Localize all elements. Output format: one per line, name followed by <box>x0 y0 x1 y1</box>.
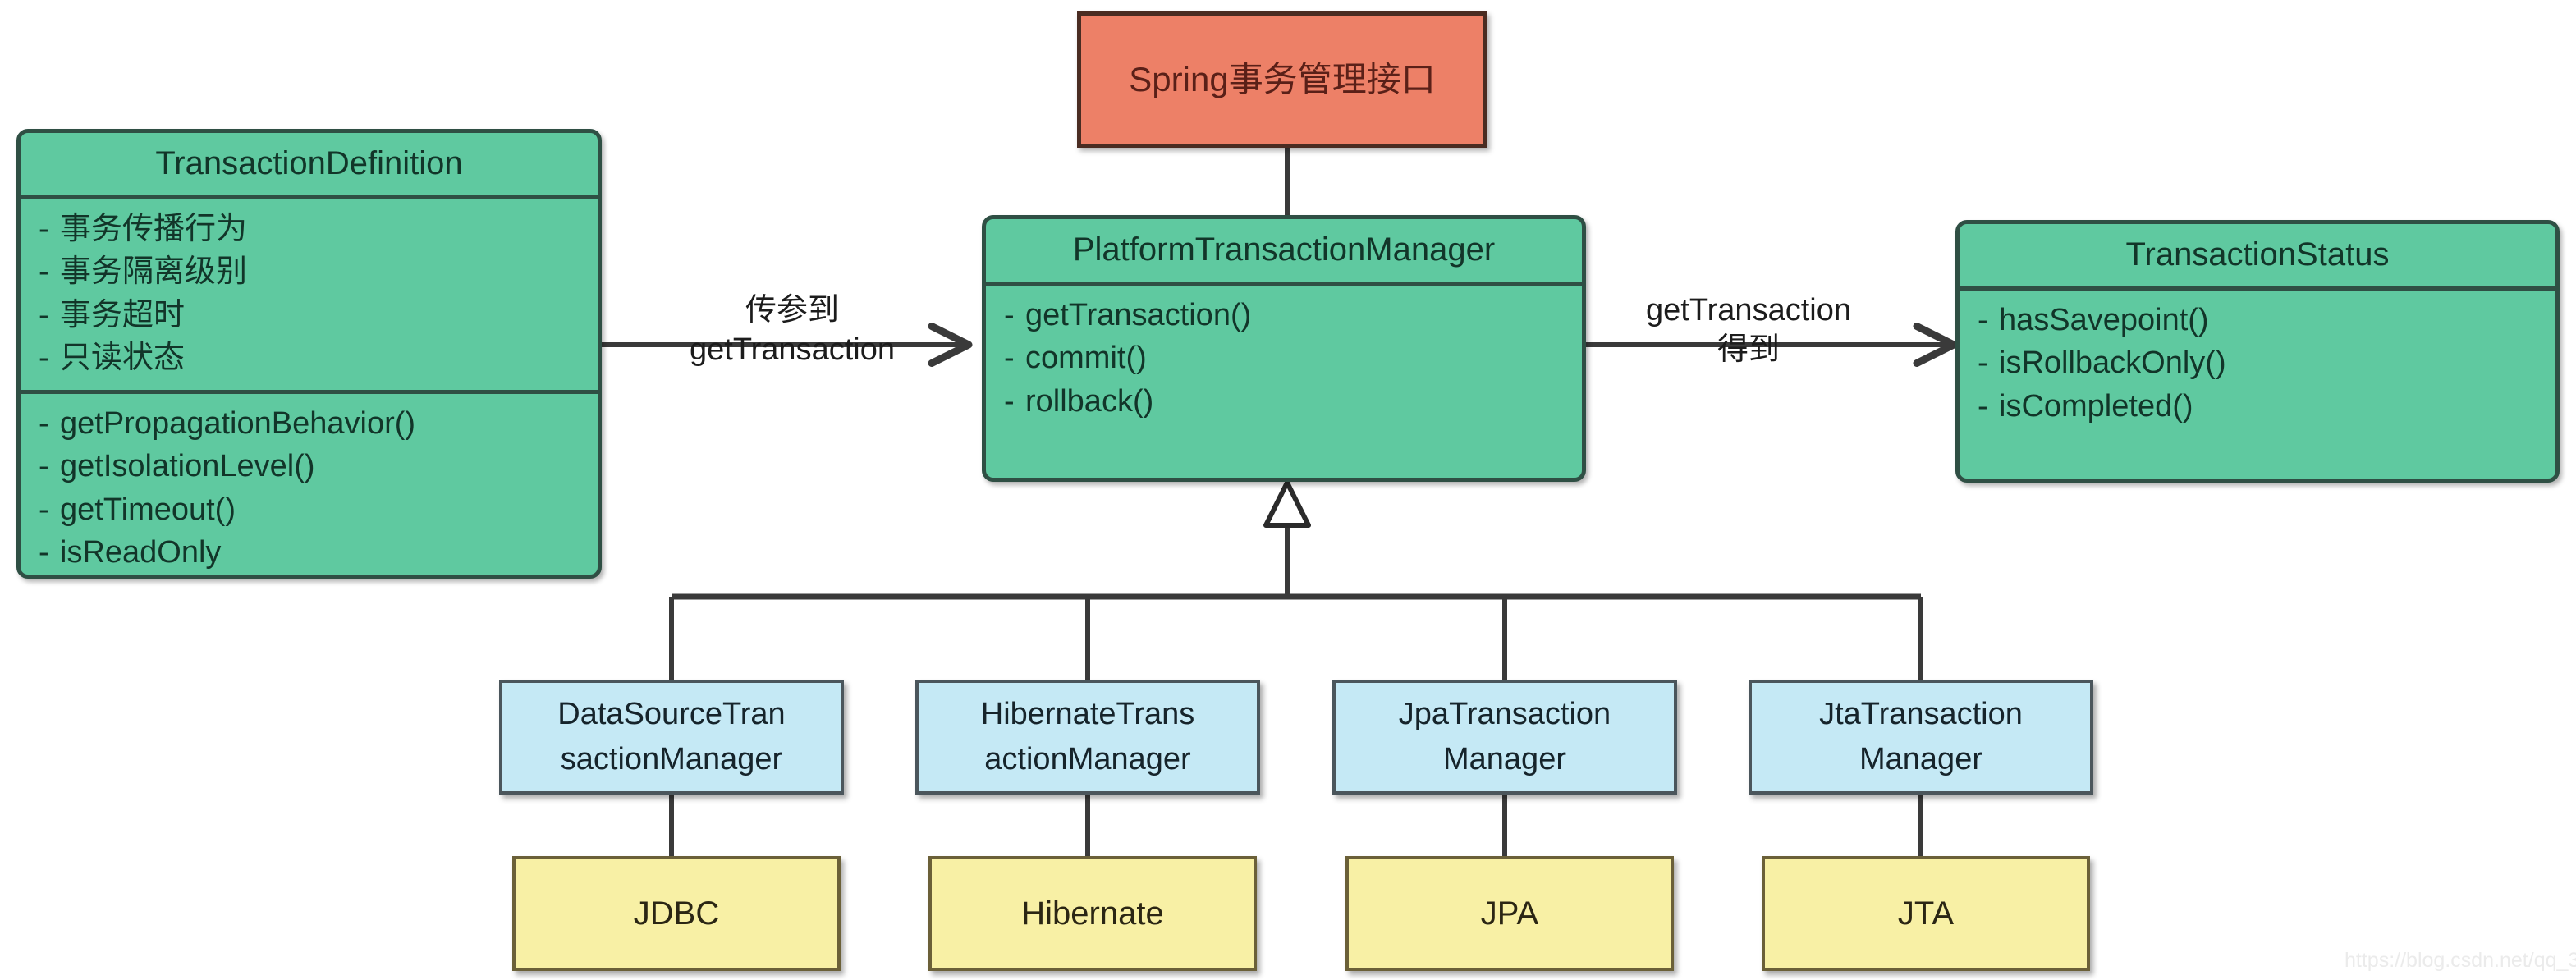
method-label: isCompleted() <box>1999 388 2193 424</box>
impl-box-hibernate-transaction-manager[interactable]: HibernateTrans actionManager <box>915 680 1260 795</box>
method-label: commit() <box>1025 341 1147 376</box>
impl-box-label: DataSourceTran sactionManager <box>552 692 790 782</box>
bullet-dash-icon: - <box>39 212 49 246</box>
attribute-label: 只读状态 <box>60 341 186 376</box>
class-box-platform-transaction-manager[interactable]: PlatformTransactionManager - getTransacti… <box>982 215 1586 482</box>
bullet-dash-icon: - <box>39 297 49 332</box>
impl-label-line-2: actionManager <box>984 742 1191 776</box>
method-label: getTransaction() <box>1025 298 1252 332</box>
method-label: hasSavepoint() <box>1999 303 2209 337</box>
method-row: - getTimeout() <box>39 488 598 531</box>
impl-box-datasource-transaction-manager[interactable]: DataSourceTran sactionManager <box>499 680 844 795</box>
class-box-transaction-status[interactable]: TransactionStatus - hasSavepoint() - isRol… <box>1955 220 2560 483</box>
impl-box-label: JpaTransaction Manager <box>1394 692 1616 782</box>
bullet-dash-icon: - <box>39 492 49 527</box>
bullet-dash-icon: - <box>39 405 49 441</box>
spring-transaction-interface-label: Spring事务管理接口 <box>1129 59 1436 98</box>
tech-box-label: JPA <box>1480 895 1539 932</box>
edge-label-line-1: 传参到 <box>745 293 839 327</box>
tech-box-label: JDBC <box>633 895 720 932</box>
bullet-dash-icon: - <box>39 341 49 376</box>
bullet-dash-icon: - <box>39 449 49 484</box>
impl-label-line-1: JpaTransaction <box>1398 696 1611 731</box>
bullet-dash-icon: - <box>1978 346 1988 381</box>
methods-section-transaction-definition: - getPropagationBehavior() - getIsolationL… <box>21 394 598 575</box>
edge-label-definition-to-ptm: 传参到 getTransaction <box>649 291 936 370</box>
class-title-transaction-definition: TransactionDefinition <box>155 145 463 181</box>
attribute-label: 事务传播行为 <box>60 212 248 246</box>
bullet-dash-icon: - <box>39 535 49 570</box>
tech-box-hibernate[interactable]: Hibernate <box>928 856 1257 971</box>
attribute-label: 事务超时 <box>60 297 186 332</box>
impl-label-line-1: JtaTransaction <box>1819 696 2023 731</box>
attribute-row: - 事务传播行为 <box>39 208 598 250</box>
method-label: isReadOnly <box>60 535 222 570</box>
impl-box-jpa-transaction-manager[interactable]: JpaTransaction Manager <box>1332 680 1677 795</box>
tech-box-jpa[interactable]: JPA <box>1345 856 1674 971</box>
method-row: - isRollbackOnly() <box>1978 341 2555 384</box>
method-row: - rollback() <box>1004 380 1582 423</box>
method-row: - getIsolationLevel() <box>39 445 598 488</box>
method-row: - isCompleted() <box>1978 385 2555 428</box>
source-watermark: https://blog.csdn.net/qq_36833171 <box>2345 949 2576 972</box>
method-row: - getTransaction() <box>1004 294 1582 337</box>
impl-label-line-1: HibernateTrans <box>980 696 1195 731</box>
impl-box-label: HibernateTrans actionManager <box>976 692 1200 782</box>
uml-diagram-canvas: Spring事务管理接口 TransactionDefinition - 事务传播… <box>0 0 2576 980</box>
edge-label-ptm-to-status: getTransaction 得到 <box>1601 291 1896 370</box>
bullet-dash-icon: - <box>1004 383 1015 419</box>
methods-section-transaction-status: - hasSavepoint() - isRollbackOnly() - isCom… <box>1960 291 2555 479</box>
impl-label-line-2: sactionManager <box>560 742 783 776</box>
impl-label-line-2: Manager <box>1443 742 1566 776</box>
impl-box-label: JtaTransaction Manager <box>1814 692 2028 782</box>
bullet-dash-icon: - <box>1978 303 1988 337</box>
class-title-transaction-status: TransactionStatus <box>2125 236 2390 272</box>
class-title-platform-transaction-manager: PlatformTransactionManager <box>1072 231 1496 268</box>
bullet-dash-icon: - <box>1004 341 1015 376</box>
attribute-label: 事务隔离级别 <box>60 254 248 290</box>
attribute-row: - 只读状态 <box>39 337 598 379</box>
tech-box-jdbc[interactable]: JDBC <box>512 856 841 971</box>
impl-label-line-2: Manager <box>1859 742 1982 776</box>
method-label: isRollbackOnly() <box>1999 346 2226 381</box>
impl-box-jta-transaction-manager[interactable]: JtaTransaction Manager <box>1749 680 2093 795</box>
edge-label-line-2: 得到 <box>1717 332 1780 367</box>
method-label: rollback() <box>1025 383 1154 419</box>
method-row: - isReadOnly <box>39 531 598 574</box>
method-label: getTimeout() <box>60 492 236 527</box>
attributes-section-transaction-definition: - 事务传播行为 - 事务隔离级别 - 事务超时 - 只读状态 <box>21 199 598 390</box>
bullet-dash-icon: - <box>1978 388 1988 424</box>
method-row: - commit() <box>1004 337 1582 379</box>
bullet-dash-icon: - <box>1004 298 1015 332</box>
class-box-transaction-definition[interactable]: TransactionDefinition - 事务传播行为 - 事务隔离级别 -事… <box>16 129 602 579</box>
edge-label-line-1: getTransaction <box>1646 293 1851 327</box>
tech-box-label: Hibernate <box>1021 895 1164 932</box>
methods-section-platform-transaction-manager: - getTransaction() - commit() - rollback() <box>986 286 1582 478</box>
method-label: getIsolationLevel() <box>60 449 315 484</box>
tech-box-jta[interactable]: JTA <box>1762 856 2090 971</box>
tech-box-label: JTA <box>1897 895 1955 932</box>
spring-transaction-interface-box[interactable]: Spring事务管理接口 <box>1077 11 1487 148</box>
method-row: - hasSavepoint() <box>1978 299 2555 341</box>
edge-label-line-2: getTransaction <box>690 332 895 367</box>
impl-label-line-1: DataSourceTran <box>557 696 786 731</box>
method-label: getPropagationBehavior() <box>60 405 416 441</box>
generalization-triangle-icon <box>1263 480 1311 528</box>
method-row: - getPropagationBehavior() <box>39 402 598 445</box>
attribute-row: - 事务超时 <box>39 294 598 337</box>
attribute-row: - 事务隔离级别 <box>39 250 598 293</box>
bullet-dash-icon: - <box>39 254 49 290</box>
